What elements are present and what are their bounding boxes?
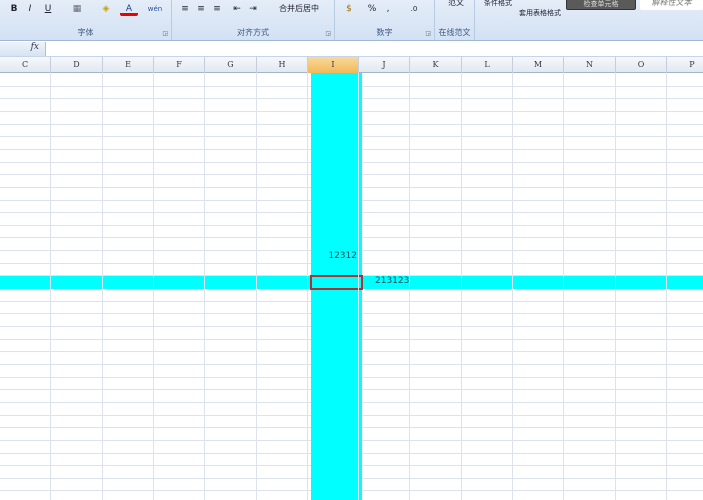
align-center-icon[interactable]: ≡	[194, 2, 208, 16]
gridline	[512, 73, 513, 500]
decimal-button[interactable]: .0	[399, 2, 429, 16]
align-right-icon[interactable]: ≡	[210, 2, 224, 16]
gridline	[563, 73, 564, 500]
column-header-L[interactable]: L	[462, 57, 513, 73]
column-header-P[interactable]: P	[667, 57, 703, 73]
currency-icon[interactable]: $	[341, 2, 357, 16]
active-cell[interactable]	[310, 275, 363, 290]
conditional-format-button[interactable]: 条件格式	[478, 0, 518, 10]
phonetic-button[interactable]: wén	[144, 2, 166, 16]
border-button[interactable]: ▦	[66, 2, 88, 16]
decrease-indent-icon[interactable]: ⇤	[230, 2, 244, 16]
gridline	[256, 73, 257, 500]
bold-button[interactable]: B	[8, 2, 20, 16]
template-button[interactable]: 范文	[441, 0, 471, 10]
online-group-label: 在线范文	[438, 28, 471, 37]
cell-J[interactable]: 213123	[375, 275, 409, 288]
font-color-button[interactable]: A	[120, 2, 138, 16]
italic-button[interactable]: I	[24, 2, 36, 16]
dialog-launcher-icon[interactable]: ◲	[325, 30, 331, 37]
column-header-I[interactable]: I	[308, 57, 359, 73]
dialog-launcher-icon[interactable]: ◲	[425, 30, 431, 37]
fill-color-button[interactable]: ◈	[96, 2, 116, 16]
gridline	[153, 73, 154, 500]
merge-center-button[interactable]: 合并后居中	[266, 2, 332, 16]
gridline	[102, 73, 103, 500]
number-group: $ % , .0 数字 ◲	[335, 0, 435, 40]
column-header-M[interactable]: M	[513, 57, 564, 73]
gridline	[666, 73, 667, 500]
cell-style-check[interactable]: 检查单元格	[566, 0, 636, 10]
gridline	[358, 73, 359, 500]
column-header-row: CDEFGHIJKLMNOP	[0, 57, 703, 73]
column-header-E[interactable]: E	[103, 57, 154, 73]
underline-button[interactable]: U	[40, 2, 56, 16]
percent-button[interactable]: %	[365, 2, 379, 16]
increase-indent-icon[interactable]: ⇥	[246, 2, 260, 16]
formula-input[interactable]	[48, 43, 703, 55]
column-header-C[interactable]: C	[0, 57, 51, 73]
alignment-group-label: 对齐方式	[237, 28, 269, 37]
gridline	[50, 73, 51, 500]
column-header-O[interactable]: O	[616, 57, 667, 73]
align-left-icon[interactable]: ≡	[178, 2, 192, 16]
column-header-J[interactable]: J	[359, 57, 410, 73]
alignment-group: ≡ ≡ ≡ ⇤ ⇥ 合并后居中 对齐方式 ◲	[172, 0, 335, 40]
font-group: B I U ▦ ◈ A wén 字体 ◲	[0, 0, 172, 40]
ribbon: B I U ▦ ◈ A wén 字体 ◲ ≡ ≡ ≡ ⇤ ⇥ 合并后居中 对齐方…	[0, 0, 703, 41]
table-format-button[interactable]: 套用表格格式	[515, 6, 565, 20]
online-group: 范文 在线范文	[435, 0, 475, 40]
formula-bar: fx	[0, 41, 703, 57]
column-header-N[interactable]: N	[564, 57, 616, 73]
fx-icon[interactable]: fx	[0, 42, 46, 56]
column-header-H[interactable]: H	[257, 57, 308, 73]
font-group-label: 字体	[77, 28, 94, 37]
gridline	[307, 73, 308, 500]
worksheet-grid[interactable]: 12312 213123	[0, 73, 703, 500]
cell-I[interactable]: 12312	[308, 250, 357, 263]
dialog-launcher-icon[interactable]: ◲	[162, 30, 168, 37]
number-group-label: 数字	[376, 28, 393, 37]
column-header-K[interactable]: K	[410, 57, 462, 73]
comma-button[interactable]: ,	[383, 2, 393, 16]
cell-style-explanatory[interactable]: 解释性文本	[640, 0, 703, 10]
gridline	[615, 73, 616, 500]
column-header-G[interactable]: G	[205, 57, 257, 73]
column-header-D[interactable]: D	[51, 57, 103, 73]
gridline	[461, 73, 462, 500]
column-header-F[interactable]: F	[154, 57, 205, 73]
gridline	[204, 73, 205, 500]
